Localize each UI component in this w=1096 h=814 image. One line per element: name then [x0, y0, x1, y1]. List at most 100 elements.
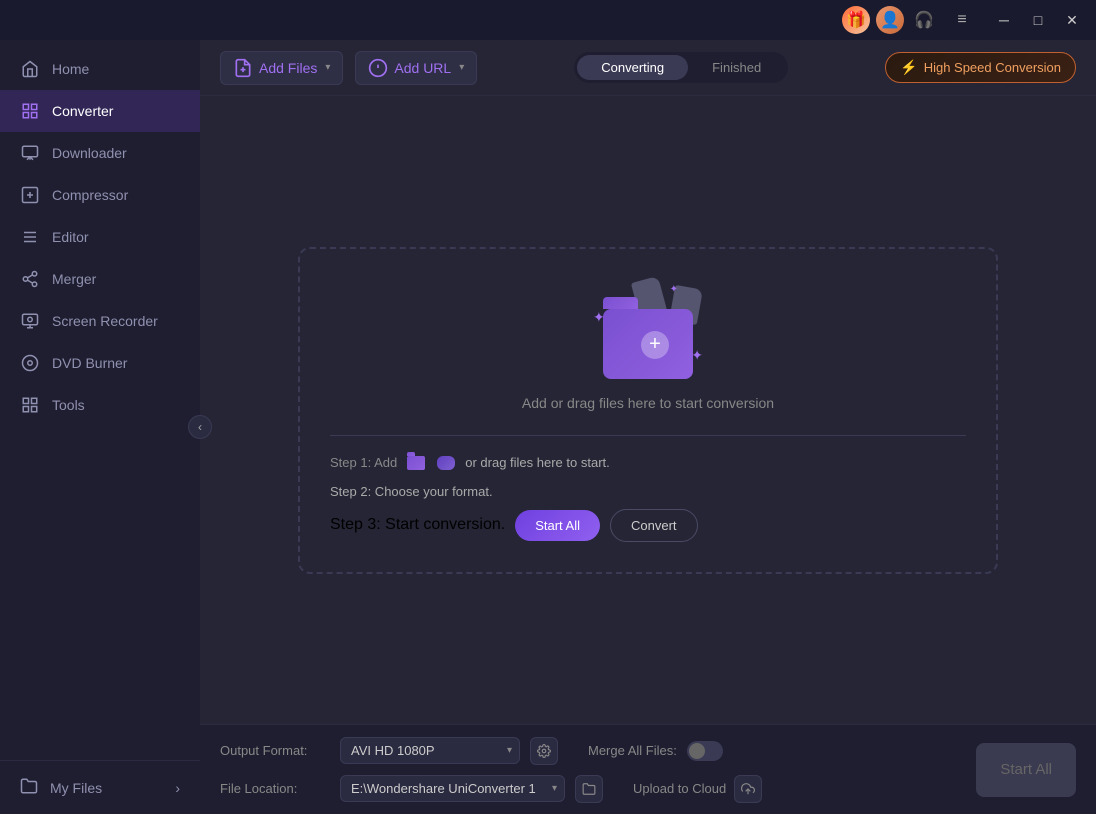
sidebar-item-compressor[interactable]: Compressor	[0, 174, 200, 216]
add-files-chevron-icon: ▾	[325, 62, 330, 73]
file-location-select[interactable]: E:\Wondershare UniConverter 1	[340, 775, 565, 802]
sidebar-bottom: My Files ›	[0, 760, 200, 814]
start-all-main-button[interactable]: Start All	[976, 743, 1076, 797]
output-format-select-wrap: AVI HD 1080P MP4 HD 1080P MOV HD 1080P M…	[340, 737, 520, 764]
maximize-button[interactable]: □	[1022, 4, 1054, 36]
sidebar-collapse-button[interactable]: ‹	[188, 415, 212, 439]
headphone-icon[interactable]: 🎧	[910, 6, 938, 34]
bottom-fields: Output Format: AVI HD 1080P MP4 HD 1080P…	[220, 737, 956, 803]
step3-prefix: Step 3: Start conversion.	[330, 516, 505, 534]
add-files-button[interactable]: Add Files ▾	[220, 51, 343, 85]
step-3-row: Step 3: Start conversion. Start All Conv…	[330, 509, 966, 542]
add-files-label: Add Files	[259, 60, 317, 76]
home-icon	[20, 59, 40, 79]
gift-icon[interactable]: 🎁	[842, 6, 870, 34]
sidebar-merger-label: Merger	[52, 271, 96, 287]
sidebar-item-converter[interactable]: Converter	[0, 90, 200, 132]
my-files-icon	[20, 777, 38, 798]
steps-container: Step 1: Add or drag files here to start.…	[330, 435, 966, 542]
top-bar: Add Files ▾ Add URL ▾ Converting	[200, 40, 1096, 96]
start-all-button[interactable]: Start All	[515, 510, 600, 541]
minimize-button[interactable]: ─	[988, 4, 1020, 36]
folder-open-icon	[582, 782, 596, 796]
sidebar-item-tools[interactable]: Tools	[0, 384, 200, 426]
sidebar-dvd-burner-label: DVD Burner	[52, 355, 127, 371]
output-format-select[interactable]: AVI HD 1080P MP4 HD 1080P MOV HD 1080P M…	[340, 737, 520, 764]
high-speed-conversion-button[interactable]: ⚡ High Speed Conversion	[885, 52, 1076, 83]
drop-zone[interactable]: ✦ + ✦ ✦ Add or drag files here to start …	[298, 247, 998, 574]
sidebar: Home Converter Downloader Compressor	[0, 40, 200, 814]
step-2-row: Step 2: Choose your format.	[330, 484, 966, 499]
add-url-icon	[368, 58, 388, 78]
sidebar-item-screen-recorder[interactable]: Screen Recorder	[0, 300, 200, 342]
folder-illustration: ✦ + ✦ ✦	[588, 279, 708, 379]
bottom-bar: Output Format: AVI HD 1080P MP4 HD 1080P…	[200, 724, 1096, 814]
sidebar-item-downloader[interactable]: Downloader	[0, 132, 200, 174]
add-url-label: Add URL	[394, 60, 451, 76]
step1-cloud-icon	[435, 452, 457, 474]
my-files-label: My Files	[50, 780, 102, 796]
tab-converting[interactable]: Converting	[577, 55, 688, 80]
add-url-button[interactable]: Add URL ▾	[355, 51, 477, 85]
user-icon[interactable]: 👤	[876, 6, 904, 34]
file-location-label: File Location:	[220, 781, 330, 796]
step-1-row: Step 1: Add or drag files here to start.	[330, 452, 966, 474]
merge-all-label: Merge All Files:	[588, 743, 677, 758]
hamburger-icon: ≡	[957, 11, 966, 29]
tabs: Converting Finished	[574, 52, 788, 83]
sidebar-compressor-label: Compressor	[52, 187, 128, 203]
file-location-select-wrap: E:\Wondershare UniConverter 1 ▾	[340, 775, 565, 802]
merge-all-row: Merge All Files:	[588, 741, 723, 761]
dvd-burner-icon	[20, 353, 40, 373]
window-controls: ─ □ ✕	[988, 4, 1088, 36]
close-button[interactable]: ✕	[1056, 4, 1088, 36]
toggle-knob	[689, 743, 705, 759]
sidebar-editor-label: Editor	[52, 229, 89, 245]
sidebar-item-home[interactable]: Home	[0, 48, 200, 90]
editor-icon	[20, 227, 40, 247]
sidebar-item-editor[interactable]: Editor	[0, 216, 200, 258]
merger-icon	[20, 269, 40, 289]
title-bar: 🎁 👤 🎧 ≡ ─ □ ✕	[0, 0, 1096, 40]
folder-plus-icon: +	[641, 331, 669, 359]
main-layout: Home Converter Downloader Compressor	[0, 40, 1096, 814]
tabs-container: Converting Finished	[489, 52, 873, 83]
cloud-upload-icon	[741, 782, 755, 796]
sidebar-item-my-files[interactable]: My Files ›	[0, 765, 200, 810]
drop-instruction: Add or drag files here to start conversi…	[522, 395, 774, 411]
sidebar-nav: Home Converter Downloader Compressor	[0, 40, 200, 760]
my-files-arrow: ›	[175, 780, 180, 796]
merge-all-toggle[interactable]	[687, 741, 723, 761]
content-area: Add Files ▾ Add URL ▾ Converting	[200, 40, 1096, 814]
sparkle-icon-tr: ✦	[670, 284, 678, 295]
compressor-icon	[20, 185, 40, 205]
step1-prefix: Step 1: Add	[330, 455, 397, 470]
high-speed-label: High Speed Conversion	[924, 60, 1061, 75]
title-bar-icons: 🎁 👤 🎧	[842, 6, 938, 34]
screen-recorder-icon	[20, 311, 40, 331]
my-files-left: My Files	[20, 777, 102, 798]
drop-zone-container: ✦ + ✦ ✦ Add or drag files here to start …	[200, 96, 1096, 724]
converter-icon	[20, 101, 40, 121]
file-location-row: File Location: E:\Wondershare UniConvert…	[220, 775, 956, 803]
step1-folder-icon	[405, 452, 427, 474]
sidebar-home-label: Home	[52, 61, 89, 77]
output-format-settings-button[interactable]	[530, 737, 558, 765]
step1-suffix: or drag files here to start.	[465, 455, 610, 470]
sidebar-downloader-label: Downloader	[52, 145, 127, 161]
convert-button[interactable]: Convert	[610, 509, 698, 542]
file-location-folder-button[interactable]	[575, 775, 603, 803]
lightning-icon: ⚡	[900, 59, 917, 76]
tab-finished[interactable]: Finished	[688, 55, 785, 80]
menu-icon-button[interactable]: ≡	[946, 4, 978, 36]
upload-cloud-row: Upload to Cloud	[633, 775, 762, 803]
sidebar-converter-label: Converter	[52, 103, 113, 119]
sidebar-item-merger[interactable]: Merger	[0, 258, 200, 300]
add-url-chevron-icon: ▾	[459, 62, 464, 73]
output-format-label: Output Format:	[220, 743, 330, 758]
sidebar-item-dvd-burner[interactable]: DVD Burner	[0, 342, 200, 384]
settings-icon	[537, 744, 551, 758]
step2-text: Step 2: Choose your format.	[330, 484, 493, 499]
upload-cloud-button[interactable]	[734, 775, 762, 803]
add-files-icon	[233, 58, 253, 78]
